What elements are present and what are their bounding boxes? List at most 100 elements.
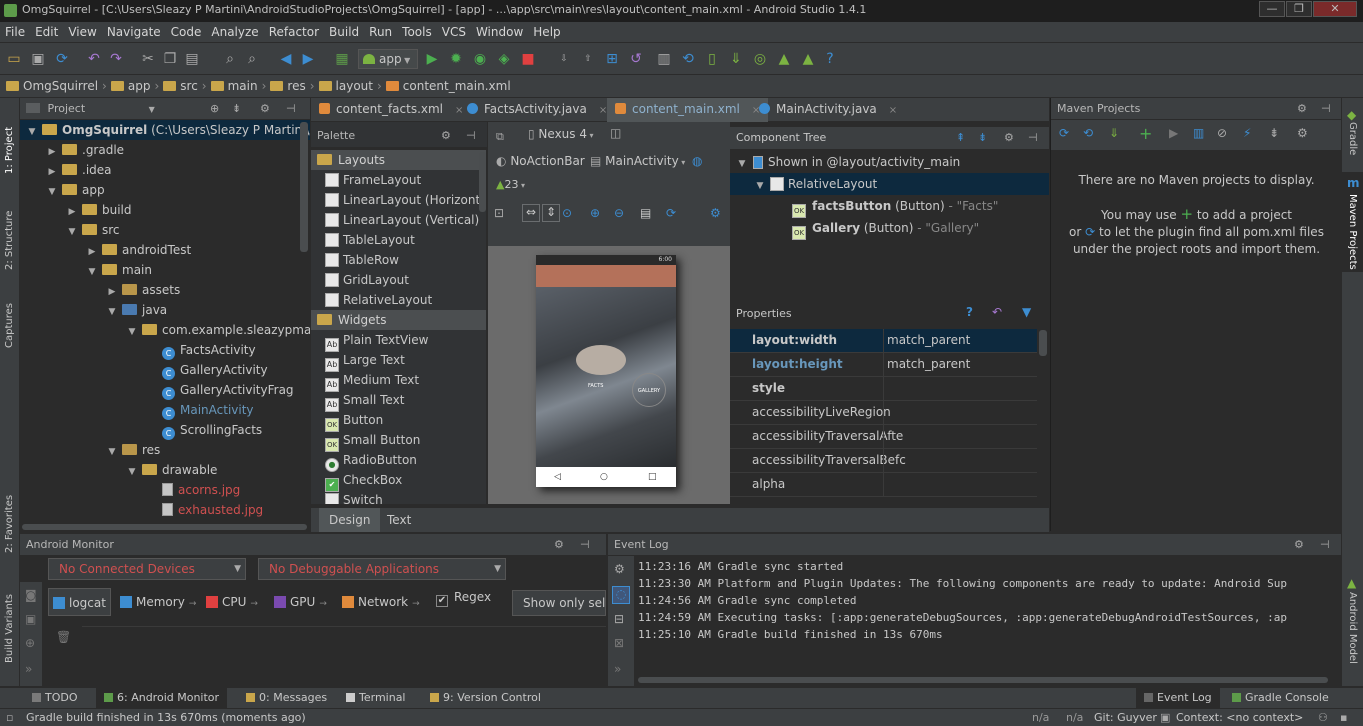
reimport-icon[interactable]: ⟳: [1059, 126, 1069, 140]
settings-icon[interactable]: ⚙: [614, 562, 625, 576]
tree-item[interactable]: ▶ build: [20, 200, 310, 220]
chevron-right-icon[interactable]: ▶: [46, 142, 58, 162]
gear-icon[interactable]: ⚙: [260, 98, 270, 119]
property-value[interactable]: match_parent: [887, 329, 970, 352]
detach-icon[interactable]: →: [250, 599, 258, 609]
tab-design[interactable]: Design: [319, 508, 381, 532]
theme-select[interactable]: ◐ NoActionBar: [496, 154, 585, 168]
undo-icon[interactable]: ↶: [86, 51, 102, 67]
tool-window-tab[interactable]: Event Log: [1136, 688, 1220, 708]
component-button[interactable]: OK factsButton (Button) - "Facts": [792, 195, 998, 218]
menu-vcs[interactable]: VCS: [437, 25, 471, 39]
menu-tools[interactable]: Tools: [397, 25, 437, 39]
close-icon[interactable]: ×: [599, 105, 607, 116]
zoom-in-icon[interactable]: ⊕: [590, 206, 600, 220]
menu-view[interactable]: View: [63, 25, 101, 39]
tree-item[interactable]: ▶ .gradle: [20, 140, 310, 160]
property-value[interactable]: match_parent: [887, 353, 970, 376]
mark-read-icon[interactable]: ⊟: [614, 612, 624, 626]
gear-icon[interactable]: ⚙: [441, 122, 451, 147]
editor-tab[interactable]: MainActivity.java ×: [751, 98, 905, 122]
gradle-sync-icon[interactable]: ⟲: [680, 51, 696, 67]
run-config-select[interactable]: app ▼: [358, 49, 418, 69]
tool-window-tab[interactable]: Terminal: [338, 688, 414, 708]
back-icon[interactable]: ◀: [278, 51, 294, 67]
monitor-tab-network[interactable]: Network →: [338, 588, 424, 616]
breadcrumb-item[interactable]: res ›: [270, 75, 315, 97]
vcs-commit-icon[interactable]: ⇧: [580, 51, 596, 67]
detach-icon[interactable]: →: [189, 599, 197, 609]
tree-scrollbar[interactable]: [300, 122, 308, 252]
menu-code[interactable]: Code: [166, 25, 207, 39]
lock-icon[interactable]: ▣: [1160, 709, 1170, 726]
gear-icon[interactable]: ⚙: [1297, 98, 1307, 120]
document-icon[interactable]: ▤: [640, 206, 651, 220]
copy-icon[interactable]: ❐: [162, 51, 178, 67]
captures-tool-tab[interactable]: Captures: [4, 288, 15, 348]
detach-icon[interactable]: →: [412, 599, 420, 609]
monitor-tab-logcat[interactable]: logcat: [48, 588, 111, 616]
tree-item[interactable]: ▼ drawable: [20, 460, 310, 480]
more-icon[interactable]: »: [25, 662, 32, 676]
tab-text[interactable]: Text: [377, 508, 421, 532]
api-select[interactable]: ▲23 ▾: [496, 178, 525, 191]
collapse-all-icon[interactable]: ⇟: [232, 98, 241, 119]
hide-icon[interactable]: ⊣: [286, 98, 296, 119]
property-row[interactable]: accessibilityTraversalAfte: [730, 425, 1037, 449]
hide-icon[interactable]: ⊣: [1320, 534, 1330, 556]
compare-icon[interactable]: ⊞: [604, 51, 620, 67]
balloon-icon[interactable]: ◌: [612, 586, 630, 604]
hide-icon[interactable]: ⊣: [580, 534, 590, 556]
event-icon[interactable]: ▪: [1340, 709, 1347, 726]
gear-icon[interactable]: ⚙: [554, 534, 564, 556]
editor-tab[interactable]: FactsActivity.java ×: [459, 98, 615, 122]
palette-item[interactable]: ✔ CheckBox: [311, 470, 486, 492]
stop-icon[interactable]: ■: [520, 51, 536, 67]
palette-item[interactable]: Ab Medium Text: [311, 370, 486, 392]
tree-item[interactable]: ▼ app: [20, 180, 310, 200]
detach-icon[interactable]: →: [319, 599, 327, 609]
palette-item[interactable]: OK Small Button: [311, 430, 486, 452]
gear-icon[interactable]: ⚙: [1004, 127, 1014, 149]
debug-icon[interactable]: ✹: [448, 51, 464, 67]
tree-item[interactable]: ▶ .idea: [20, 160, 310, 180]
git-branch[interactable]: Git: Guyver: [1094, 709, 1157, 726]
download-icon[interactable]: ⇓: [1109, 126, 1119, 140]
android-icon[interactable]: ▲: [776, 51, 792, 67]
chevron-down-icon[interactable]: ▼: [149, 105, 155, 114]
vcs-update-icon[interactable]: ⇩: [556, 51, 572, 67]
palette-item[interactable]: TableRow: [311, 250, 486, 270]
system-info-icon[interactable]: ⊕: [25, 636, 35, 650]
actual-size-icon[interactable]: ⊙: [562, 206, 572, 220]
skip-tests-icon[interactable]: ⚡: [1243, 126, 1251, 140]
component-root[interactable]: ▼ Shown in @layout/activity_main: [730, 151, 960, 173]
chevron-down-icon[interactable]: ▼: [26, 122, 38, 142]
coverage-icon[interactable]: ◈: [496, 51, 512, 67]
breadcrumb-item[interactable]: app ›: [110, 75, 159, 97]
gradle-tool-tab[interactable]: Gradle: [1347, 122, 1358, 162]
hide-icon[interactable]: ⊣: [466, 122, 476, 147]
property-row[interactable]: accessibilityTraversalBefc: [730, 449, 1037, 473]
breadcrumb-item[interactable]: content_main.xml: [385, 75, 511, 97]
chevron-right-icon[interactable]: ▶: [86, 242, 98, 262]
tree-item[interactable]: acorns.jpg: [20, 480, 310, 500]
execute-goal-icon[interactable]: ▥: [1193, 126, 1204, 140]
refresh-icon[interactable]: ⟳: [666, 206, 676, 220]
property-row[interactable]: layout:height match_parent: [730, 353, 1037, 377]
tree-item[interactable]: ▼ java: [20, 300, 310, 320]
tool-window-tab[interactable]: Gradle Console: [1224, 688, 1337, 708]
project-structure-icon[interactable]: ▥: [656, 51, 672, 67]
revert-icon[interactable]: ↺: [628, 51, 644, 67]
monitor-tab-memory[interactable]: Memory →: [116, 588, 200, 616]
menu-refactor[interactable]: Refactor: [264, 25, 324, 39]
component-relativelayout[interactable]: ▼ RelativeLayout: [730, 173, 1049, 195]
palette-item[interactable]: Switch: [311, 490, 486, 504]
tree-item[interactable]: ▼ OmgSquirrel (C:\Users\Sleazy P Martini\…: [20, 120, 310, 140]
logcat-filter-select[interactable]: Show only sele: [512, 590, 606, 616]
monitor-tab-gpu[interactable]: GPU →: [270, 588, 331, 616]
activity-select[interactable]: ▤ MainActivity ▾: [590, 154, 685, 168]
add-icon[interactable]: +: [1139, 124, 1152, 143]
menu-navigate[interactable]: Navigate: [102, 25, 166, 39]
property-row[interactable]: style: [730, 377, 1037, 401]
tree-item[interactable]: ▼ res: [20, 440, 310, 460]
